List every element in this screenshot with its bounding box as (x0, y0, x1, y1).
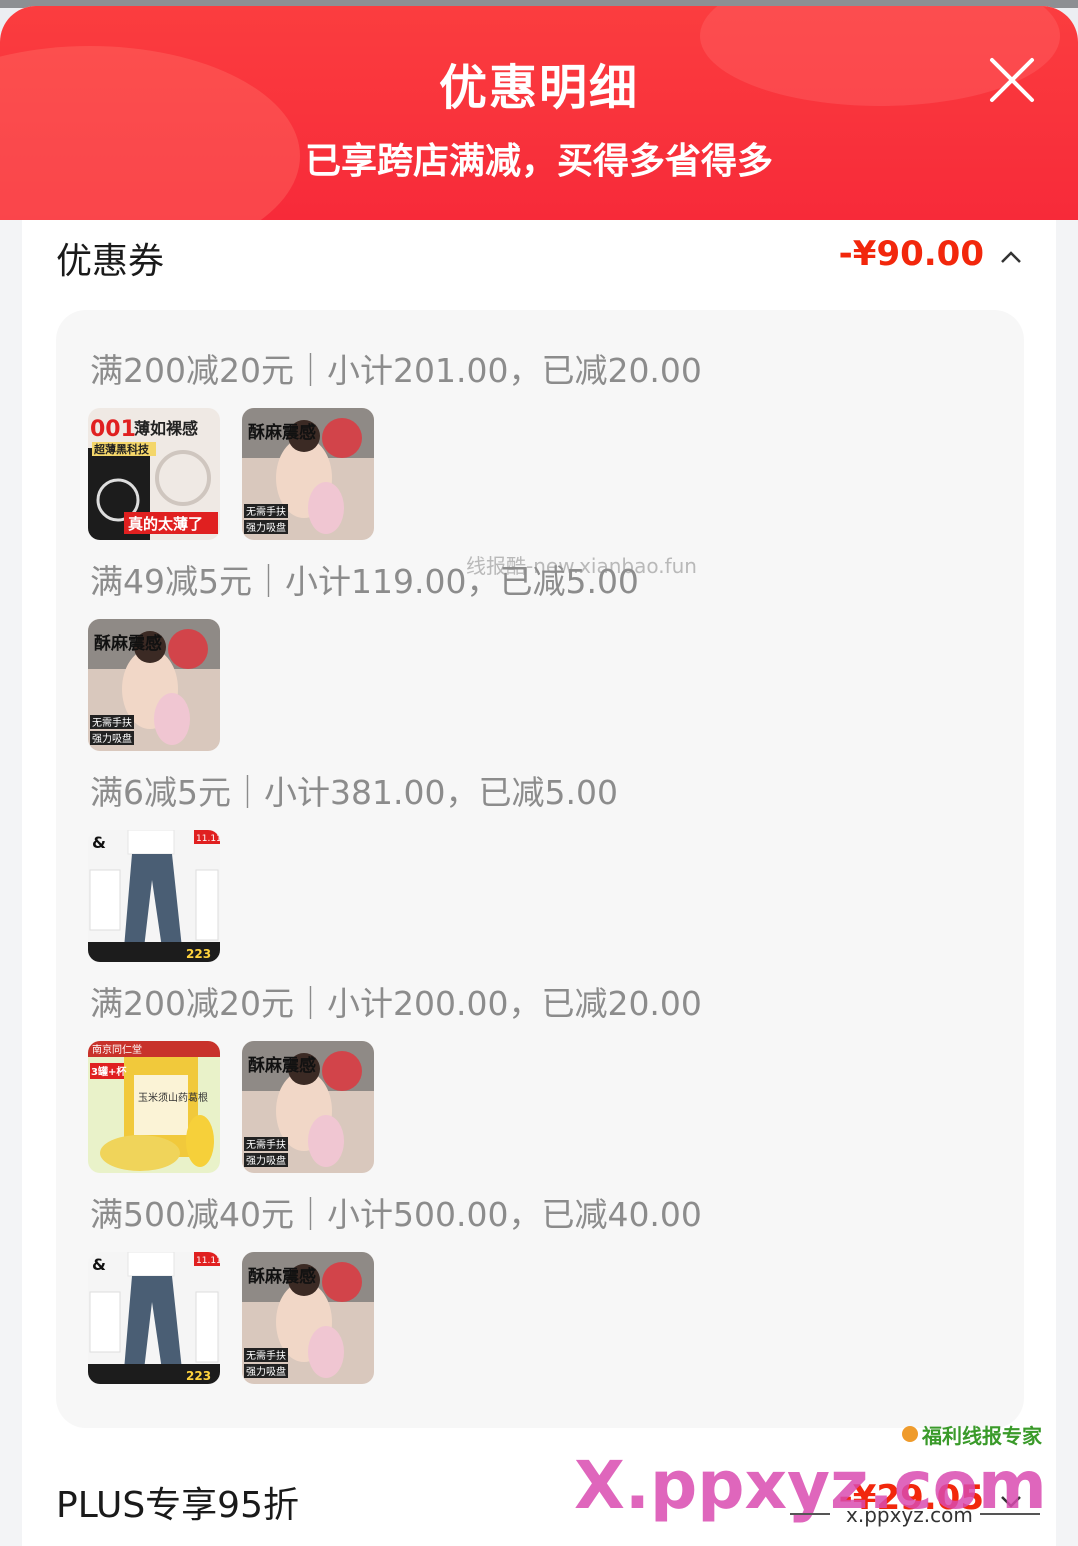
close-icon (990, 58, 1034, 102)
jeans-price-text: 223 (186, 947, 211, 961)
chevron-up-icon[interactable] (998, 244, 1024, 270)
plus-section-header[interactable]: PLUS专享95折 -¥29.05 (56, 1470, 1024, 1530)
massager-line1-text: 无需手扶 (246, 1138, 286, 1151)
product-thumbnail-condom[interactable]: 001 薄如裸感 超薄黑科技 真的太薄了 (88, 408, 220, 540)
massager-title-text: 酥麻震感 (248, 422, 316, 443)
massager-line1-text: 无需手扶 (246, 1349, 286, 1362)
plus-section-title: PLUS专享95折 (56, 1485, 299, 1526)
cereal-tag-text: 3罐+杯 (91, 1065, 127, 1078)
right-gutter (1056, 220, 1078, 1546)
massager-title-text: 酥麻震感 (94, 633, 162, 654)
page-subtitle: 已享跨店满减，买得多省得多 (304, 141, 773, 182)
jeans-logo-text: & (92, 833, 106, 852)
discount-detail-sheet: 优惠明细 已享跨店满减，买得多省得多 优惠券 -¥90.00 线报酷-new.x… (0, 6, 1078, 1546)
product-thumbnail-jeans[interactable]: & 11.11 223 (88, 1252, 220, 1384)
massager-title-text: 酥麻震感 (248, 1266, 316, 1287)
coupon-rule: 满200减20元｜小计201.00，已减20.00 (90, 351, 702, 390)
page-title: 优惠明细 (438, 60, 639, 116)
coupon-total-amount: -¥90.00 (838, 234, 984, 274)
cereal-name-text: 玉米须山药葛根 (138, 1091, 208, 1104)
coupon-rule: 满49减5元｜小计119.00，已减5.00 (90, 562, 639, 601)
coupon-rule: 满6减5元｜小计381.00，已减5.00 (90, 773, 618, 812)
plus-discount-amount: -¥29.05 (838, 1478, 984, 1518)
massager-line1-text: 无需手扶 (246, 505, 286, 518)
jeans-logo-text: & (92, 1255, 106, 1274)
discount-list: 优惠券 -¥90.00 线报酷-new.xianbao.fun 满200减20元… (22, 220, 1056, 1546)
product-thumbnail-jeans[interactable]: & 11.11 223 (88, 830, 220, 962)
left-gutter (0, 220, 22, 1546)
massager-title-text: 酥麻震感 (248, 1055, 316, 1076)
product-thumbnail-massager[interactable]: 酥麻震感 无需手扶 强力吸盘 (242, 1041, 374, 1173)
jeans-corner-text: 11.11 (196, 834, 220, 844)
product-thumbnail-massager[interactable]: 酥麻震感 无需手扶 强力吸盘 (88, 619, 220, 751)
condom-tag-text: 001 (90, 417, 136, 442)
coupon-section-header[interactable]: 优惠券 -¥90.00 (56, 226, 1024, 286)
massager-line2-text: 强力吸盘 (246, 1365, 286, 1378)
coupon-rule: 满500减40元｜小计500.00，已减40.00 (90, 1195, 702, 1234)
condom-badge-text: 真的太薄了 (128, 515, 203, 533)
jeans-corner-text: 11.11 (196, 1256, 220, 1266)
coupon-section-title: 优惠券 (56, 241, 165, 282)
product-thumbnail-massager[interactable]: 酥麻震感 无需手扶 强力吸盘 (242, 408, 374, 540)
chevron-down-icon[interactable] (998, 1488, 1024, 1514)
condom-sub-text: 超薄黑科技 (93, 442, 150, 456)
jeans-price-text: 223 (186, 1369, 211, 1383)
coupon-rule: 满200减20元｜小计200.00，已减20.00 (90, 984, 702, 1023)
massager-line1-text: 无需手扶 (92, 716, 132, 729)
massager-line2-text: 强力吸盘 (246, 521, 286, 534)
condom-title-text: 薄如裸感 (134, 419, 198, 438)
massager-line2-text: 强力吸盘 (92, 732, 132, 745)
header-banner: 优惠明细 已享跨店满减，买得多省得多 (0, 6, 1078, 220)
product-thumbnail-cereal[interactable]: 南京同仁堂 玉米须山药葛根 3罐+杯 (88, 1041, 220, 1173)
massager-line2-text: 强力吸盘 (246, 1154, 286, 1167)
coupon-detail-panel: 线报酷-new.xianbao.fun 满200减20元｜小计201.00，已减… (56, 310, 1024, 1428)
product-thumbnail-massager[interactable]: 酥麻震感 无需手扶 强力吸盘 (242, 1252, 374, 1384)
cereal-brand-text: 南京同仁堂 (92, 1043, 142, 1056)
close-button[interactable] (986, 54, 1038, 106)
